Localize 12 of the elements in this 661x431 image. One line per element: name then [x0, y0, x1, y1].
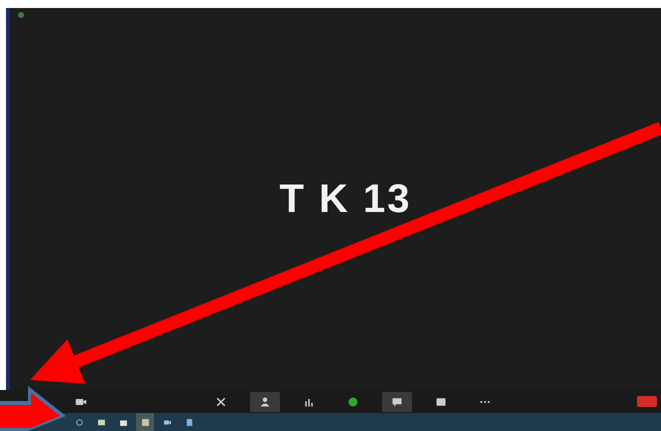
participant-name: T K 13 [279, 176, 412, 222]
circle-icon [347, 396, 359, 408]
toolbar-button[interactable] [382, 392, 412, 412]
person-icon [259, 396, 271, 408]
toolbar-button[interactable] [250, 392, 280, 412]
panel-icon [435, 396, 447, 408]
taskbar-button[interactable] [136, 413, 154, 431]
app-icon [140, 416, 150, 428]
annotation-arrow [0, 386, 66, 431]
status-dot-icon [18, 12, 24, 18]
chat-bubble-icon [391, 396, 403, 408]
search-icon [74, 416, 84, 428]
